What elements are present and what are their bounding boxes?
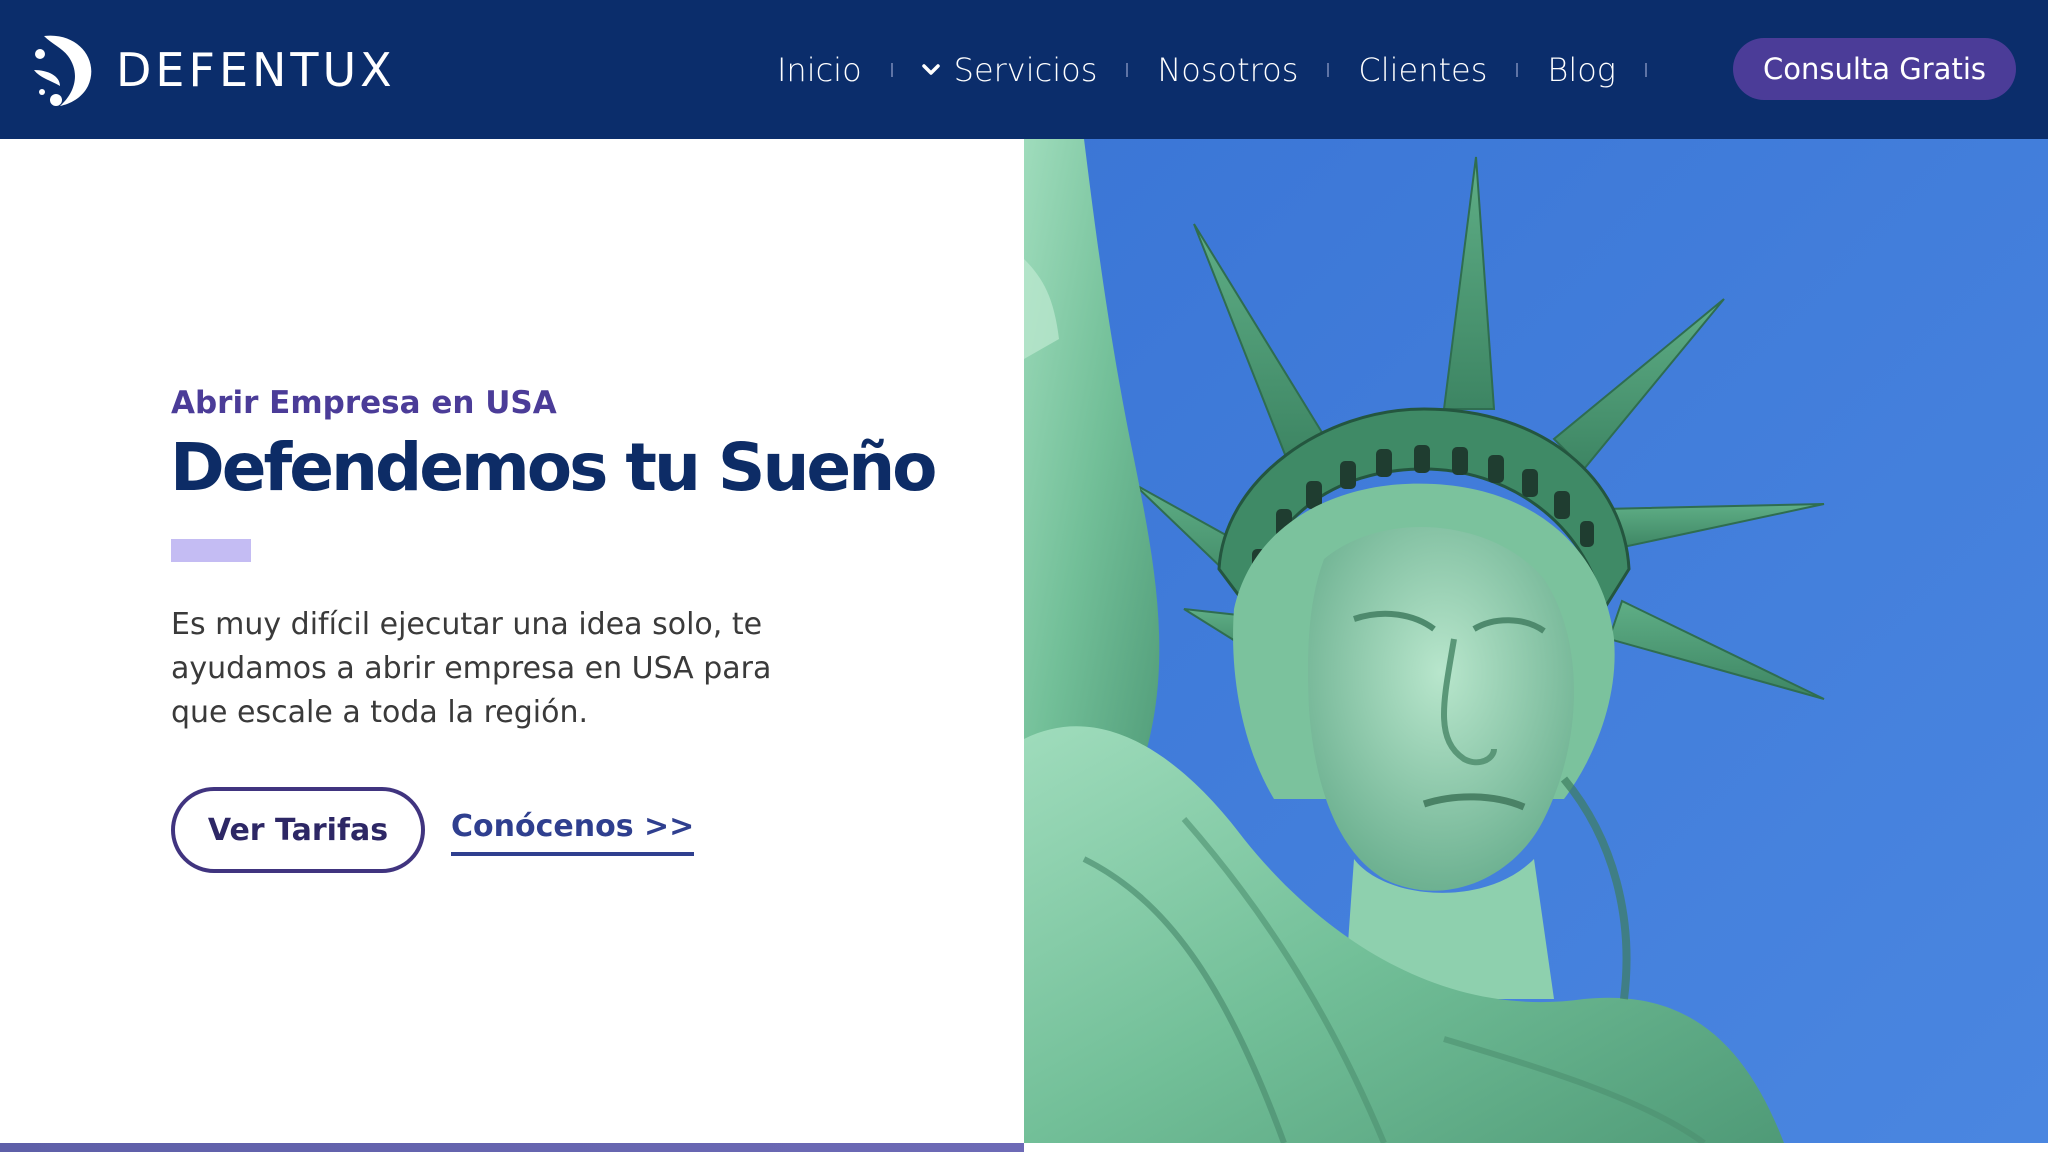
nav-divider: [1327, 62, 1330, 77]
hero-eyebrow: Abrir Empresa en USA: [171, 385, 557, 421]
main-nav: Inicio Servicios Nosotros Clientes Blog: [777, 0, 1676, 139]
nav-divider: [1516, 62, 1519, 77]
nav-label: Clientes: [1358, 50, 1488, 89]
statue-illustration: [1024, 139, 2048, 1143]
nav-label: Blog: [1547, 50, 1616, 89]
nav-item-inicio[interactable]: Inicio: [777, 51, 862, 89]
hero-title: Defendemos tu Sueño: [170, 429, 938, 506]
statue-of-liberty-image: [1024, 139, 2048, 1143]
consulta-gratis-button[interactable]: Consulta Gratis: [1733, 38, 2016, 100]
title-accent-bar: [171, 539, 251, 562]
hero-content: Abrir Empresa en USA Defendemos tu Sueño…: [0, 139, 1024, 1143]
nav-label: Servicios: [953, 50, 1098, 89]
hero-description: Es muy difícil ejecutar una idea solo, t…: [171, 607, 772, 730]
defentux-logo-icon: [34, 35, 92, 106]
site-header: DEFENTUX Inicio Servicios Nosotros Clien…: [0, 0, 2048, 139]
nav-divider: [1126, 62, 1129, 77]
conocenos-link[interactable]: Conócenos >>: [451, 809, 695, 856]
nav-label: Nosotros: [1157, 50, 1299, 89]
brand-name: DEFENTUX: [116, 43, 396, 97]
nav-item-blog[interactable]: Blog: [1547, 51, 1616, 89]
brand-logo[interactable]: DEFENTUX: [30, 30, 396, 110]
nav-divider: [1645, 62, 1647, 77]
ver-tarifas-button[interactable]: Ver Tarifas: [171, 787, 425, 873]
nav-divider: [890, 62, 893, 77]
nav-item-servicios[interactable]: Servicios: [921, 50, 1098, 89]
nav-label: Inicio: [776, 50, 862, 89]
bottom-accent-strip: [0, 1143, 1024, 1152]
chevron-down-icon: [921, 63, 940, 75]
nav-item-clientes[interactable]: Clientes: [1358, 51, 1487, 89]
nav-item-nosotros[interactable]: Nosotros: [1157, 51, 1298, 89]
